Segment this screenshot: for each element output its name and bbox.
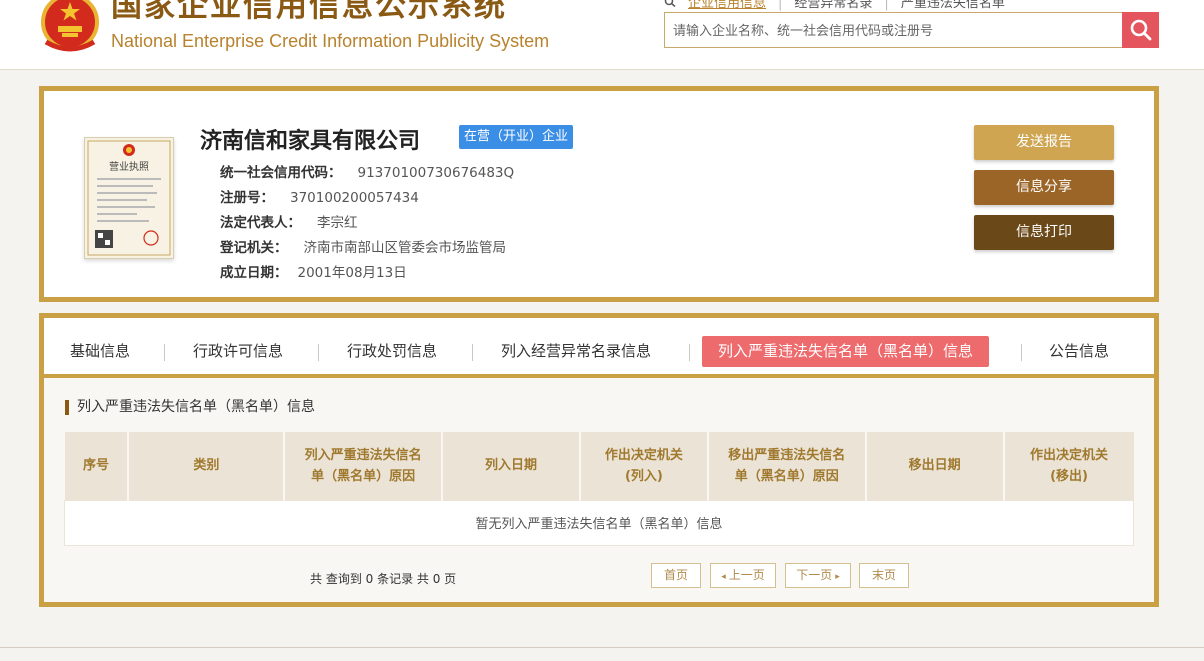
business-license-icon: 营业执照 (87, 140, 171, 256)
field-label: 登记机关： (220, 240, 288, 256)
top-link-separator: | (884, 0, 889, 11)
first-page-button[interactable]: 首页 (651, 563, 701, 588)
section-title: 列入严重违法失信名单（黑名单）信息 (65, 400, 315, 415)
table-header-row: 序号 类别 列入严重违法失信名 单（黑名单）原因 列入日期 作出决定机关 (列入) … (64, 432, 1134, 500)
field-value: 2001年08月13日 (297, 265, 407, 281)
top-link-enterprise-info[interactable]: 企业信用信息 (688, 0, 766, 11)
top-link-blacklist[interactable]: 严重违法失信名单 (901, 0, 1005, 11)
blacklist-table: 序号 类别 列入严重违法失信名 单（黑名单）原因 列入日期 作出决定机关 (列入) … (64, 432, 1134, 546)
field-value: 370100200057434 (290, 190, 419, 206)
record-count: 共 查询到 0 条记录 共 0 页 (310, 572, 457, 586)
search-box (664, 12, 1159, 48)
footer-divider (0, 647, 1204, 648)
print-info-button[interactable]: 信息打印 (974, 215, 1114, 250)
next-page-button[interactable]: 下一页 (785, 563, 851, 588)
next-page-label: 下一页 (796, 568, 833, 582)
tab-admin-license[interactable]: 行政许可信息 (193, 336, 283, 367)
col-index: 序号 (64, 432, 130, 500)
tab-abnormal-list[interactable]: 列入经营异常名录信息 (501, 336, 651, 367)
last-page-button[interactable]: 末页 (859, 563, 909, 588)
field-value: 李宗红 (317, 215, 358, 231)
detail-section: 基础信息 行政许可信息 行政处罚信息 列入经营异常名录信息 列入严重违法失信名单… (39, 313, 1159, 607)
site-subtitle: National Enterprise Credit Information P… (111, 31, 550, 51)
prev-page-label: 上一页 (728, 568, 765, 582)
prev-page-button[interactable]: 上一页 (710, 563, 776, 588)
national-emblem-icon (41, 0, 99, 52)
tab-separator (472, 344, 473, 361)
tab-basic-info[interactable]: 基础信息 (70, 336, 130, 367)
top-link-abnormal-list[interactable]: 经营异常名录 (794, 0, 872, 11)
search-small-icon (664, 0, 676, 7)
business-license-image[interactable]: 营业执照 (84, 137, 174, 259)
search-icon (1130, 19, 1151, 41)
tab-separator (164, 344, 165, 361)
info-row-reg-authority: 登记机关： 济南市南部山区管委会市场监管局 (220, 236, 506, 256)
col-category: 类别 (128, 432, 286, 500)
send-report-button[interactable]: 发送报告 (974, 125, 1114, 160)
info-row-credit-code: 统一社会信用代码： 91370100730676483Q (220, 161, 514, 181)
search-input[interactable] (665, 13, 1123, 47)
status-badge: 在营（开业）企业 (459, 125, 574, 149)
tab-separator (1021, 344, 1022, 361)
info-row-reg-number: 注册号： 370100200057434 (220, 186, 419, 206)
top-links: 企业信用信息 | 经营异常名录 | 严重违法失信名单 (664, 0, 1005, 11)
tab-blacklist[interactable]: 列入严重违法失信名单（黑名单）信息 (702, 336, 990, 367)
col-listing-reason: 列入严重违法失信名 单（黑名单）原因 (284, 432, 444, 500)
col-removal-reason: 移出严重违法失信名 单（黑名单）原因 (707, 432, 867, 500)
share-info-button[interactable]: 信息分享 (974, 170, 1114, 205)
field-label: 成立日期： (220, 265, 288, 281)
field-label: 法定代表人： (220, 215, 301, 231)
company-card: 营业执照 济南信和家具有限公司 在营（开业）企业 统一社会信用代码： 913701… (39, 86, 1159, 302)
field-label: 统一社会信用代码： (220, 165, 342, 181)
col-removal-date: 移出日期 (865, 432, 1005, 500)
field-value: 济南市南部山区管委会市场监管局 (303, 240, 507, 256)
info-row-established-date: 成立日期： 2001年08月13日 (220, 261, 407, 281)
field-value: 91370100730676483Q (357, 165, 515, 181)
field-label: 注册号： (220, 190, 274, 206)
table-row: 暂无列入严重违法失信名单（黑名单）信息 (64, 499, 1134, 546)
col-listing-date: 列入日期 (442, 432, 581, 500)
tab-bar: 基础信息 行政许可信息 行政处罚信息 列入经营异常名录信息 列入严重违法失信名单… (44, 318, 1154, 378)
site-header: 国家企业信用信息公示系统 National Enterprise Credit … (0, 0, 1204, 70)
tab-separator (318, 344, 319, 361)
site-title: 国家企业信用信息公示系统 (111, 0, 507, 24)
blacklist-panel: 列入严重违法失信名单（黑名单）信息 序号 类别 列入严重违法失信名 单（黑名单）原… (44, 378, 1154, 602)
tab-announcement[interactable]: 公告信息 (1049, 336, 1109, 367)
top-link-separator: | (778, 0, 783, 11)
company-name: 济南信和家具有限公司 (200, 129, 421, 154)
search-button[interactable] (1122, 12, 1159, 48)
col-listing-authority: 作出决定机关 (列入) (579, 432, 709, 500)
tab-separator (689, 344, 690, 361)
info-row-legal-rep: 法定代表人： 李宗红 (220, 211, 358, 231)
tab-admin-penalty[interactable]: 行政处罚信息 (347, 336, 437, 367)
col-removal-authority: 作出决定机关 (移出) (1003, 432, 1134, 500)
empty-message: 暂无列入严重违法失信名单（黑名单）信息 (64, 499, 1134, 546)
svg-text:营业执照: 营业执照 (109, 160, 149, 173)
